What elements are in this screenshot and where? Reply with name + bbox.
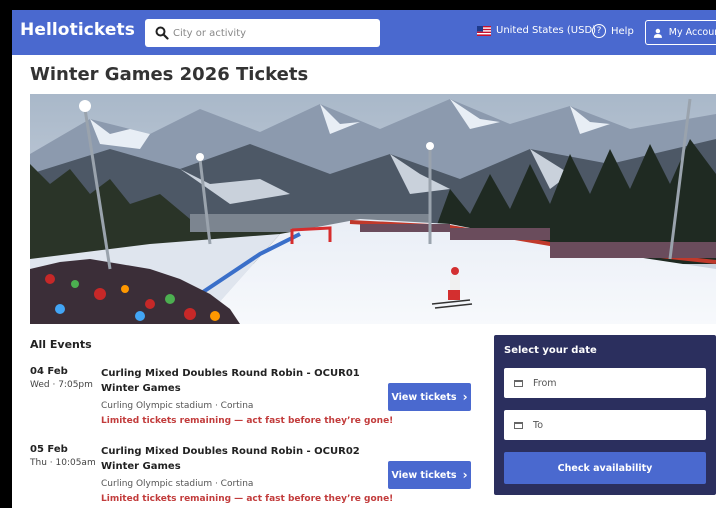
event-name[interactable]: Curling Mixed Doubles Round Robin - OCUR… bbox=[101, 366, 371, 396]
view-tickets-button[interactable]: View tickets › bbox=[388, 383, 471, 411]
event-venue: Curling Olympic stadium · Cortina bbox=[101, 401, 254, 411]
page-title: Winter Games 2026 Tickets bbox=[30, 64, 309, 85]
account-label: My Account bbox=[668, 27, 716, 38]
from-label: From bbox=[533, 377, 557, 389]
check-availability-button[interactable]: Check availability bbox=[504, 452, 706, 484]
us-flag-icon bbox=[477, 25, 491, 36]
event-alert: Limited tickets remaining — act fast bef… bbox=[101, 494, 394, 504]
window-frame-left bbox=[0, 0, 12, 508]
event-name[interactable]: Curling Mixed Doubles Round Robin - OCUR… bbox=[101, 444, 371, 474]
event-time: Wed · 7:05pm bbox=[30, 380, 93, 390]
date-picker-panel: Select your date From To Check availabil… bbox=[494, 335, 716, 495]
locale-label: United States (USD) bbox=[496, 25, 597, 36]
chevron-right-icon: › bbox=[462, 390, 468, 404]
from-date-field[interactable]: From bbox=[504, 368, 706, 398]
all-events-heading: All Events bbox=[30, 338, 92, 351]
view-tickets-button[interactable]: View tickets › bbox=[388, 461, 471, 489]
my-account-button[interactable]: My Account bbox=[645, 20, 716, 45]
event-date: 05 Feb bbox=[30, 444, 68, 455]
event-venue: Curling Olympic stadium · Cortina bbox=[101, 479, 254, 489]
calendar-icon bbox=[514, 380, 523, 387]
date-panel-heading: Select your date bbox=[504, 345, 597, 356]
site-logo[interactable]: Hellotickets bbox=[20, 20, 135, 40]
to-date-field[interactable]: To bbox=[504, 410, 706, 440]
chevron-right-icon: › bbox=[462, 468, 468, 482]
event-alert: Limited tickets remaining — act fast bef… bbox=[101, 416, 394, 426]
search-icon bbox=[155, 26, 169, 40]
help-link[interactable]: ? Help bbox=[592, 24, 634, 38]
search-box[interactable] bbox=[145, 19, 380, 47]
user-icon bbox=[653, 28, 663, 38]
check-availability-label: Check availability bbox=[557, 462, 653, 474]
hero-image bbox=[30, 94, 716, 324]
event-time: Thu · 10:05am bbox=[30, 458, 96, 468]
event-date: 04 Feb bbox=[30, 366, 68, 377]
question-icon: ? bbox=[592, 24, 606, 38]
view-tickets-label: View tickets bbox=[391, 391, 457, 403]
help-label: Help bbox=[611, 25, 634, 37]
ski-slope-photo bbox=[30, 94, 716, 324]
window-frame-top bbox=[0, 0, 716, 10]
calendar-icon bbox=[514, 422, 523, 429]
search-input[interactable] bbox=[173, 23, 373, 43]
site-header: Hellotickets United States (USD) ? Help … bbox=[12, 10, 716, 55]
view-tickets-label: View tickets bbox=[391, 469, 457, 481]
locale-selector[interactable]: United States (USD) bbox=[477, 25, 596, 36]
to-label: To bbox=[533, 419, 544, 431]
